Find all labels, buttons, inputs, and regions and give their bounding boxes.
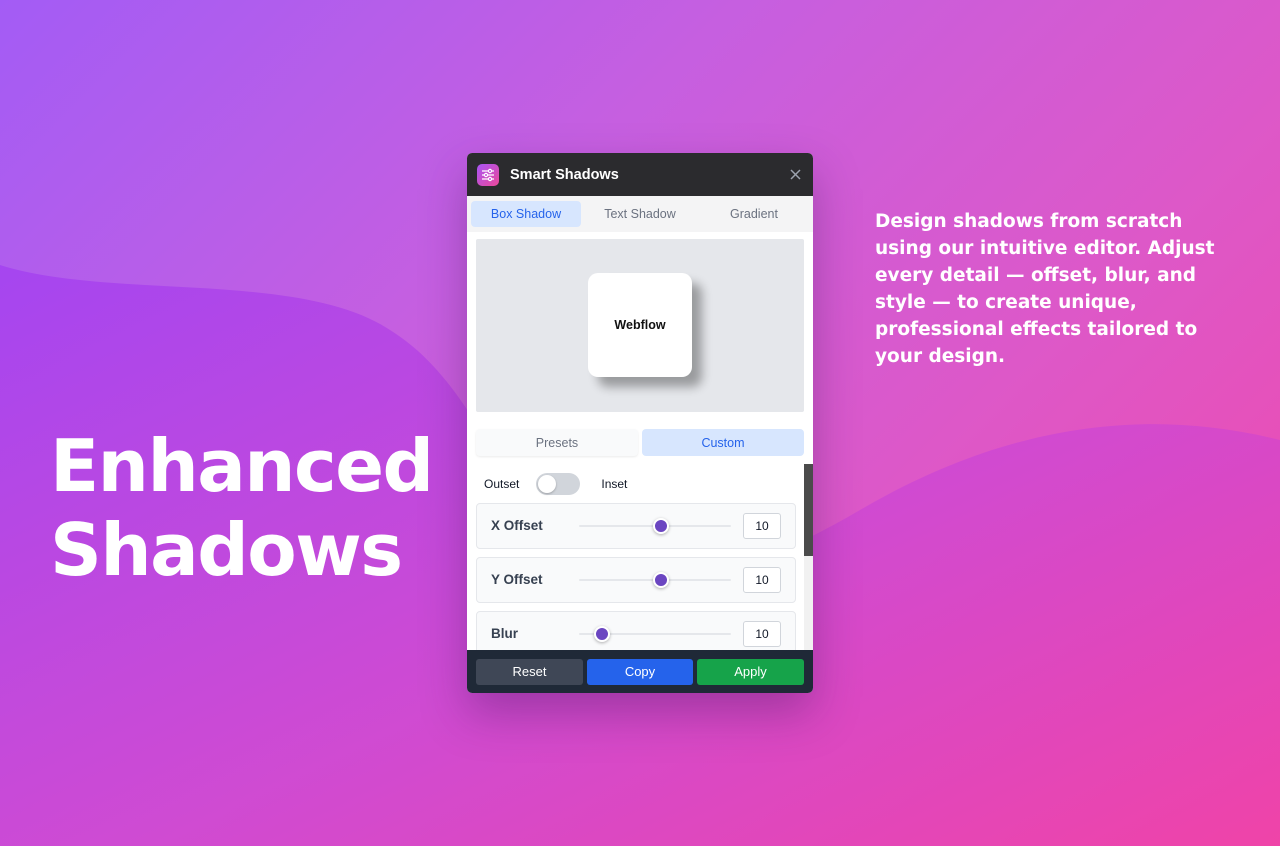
x-offset-control: X Offset bbox=[476, 503, 796, 549]
shadow-type-tabs: Box Shadow Text Shadow Gradient bbox=[467, 196, 813, 232]
window-titlebar: Smart Shadows bbox=[467, 153, 813, 196]
preview-card: Webflow bbox=[588, 273, 692, 377]
window-title: Smart Shadows bbox=[510, 166, 619, 183]
blur-label: Blur bbox=[491, 626, 518, 641]
outset-inset-toggle-row: Outset Inset bbox=[484, 473, 627, 495]
outset-label: Outset bbox=[484, 477, 520, 491]
headline-line-1: Enhanced bbox=[50, 424, 434, 508]
outset-inset-toggle[interactable] bbox=[536, 473, 581, 495]
toggle-knob bbox=[538, 475, 557, 493]
shadow-preview: Webflow bbox=[476, 239, 804, 412]
sliders-icon bbox=[477, 163, 499, 186]
tab-presets[interactable]: Presets bbox=[476, 429, 638, 456]
blur-input[interactable] bbox=[743, 621, 781, 647]
reset-button[interactable]: Reset bbox=[476, 658, 583, 685]
close-icon[interactable] bbox=[787, 166, 803, 182]
blur-slider[interactable] bbox=[579, 626, 731, 642]
headline-line-2: Shadows bbox=[50, 508, 403, 592]
blur-control: Blur bbox=[476, 611, 796, 650]
x-offset-slider-thumb[interactable] bbox=[653, 518, 670, 534]
blur-slider-thumb[interactable] bbox=[593, 626, 610, 642]
apply-button[interactable]: Apply bbox=[697, 658, 804, 685]
tab-text-shadow[interactable]: Text Shadow bbox=[585, 201, 695, 227]
x-offset-slider[interactable] bbox=[579, 518, 731, 534]
action-footer: Reset Copy Apply bbox=[467, 650, 813, 693]
tab-gradient[interactable]: Gradient bbox=[699, 201, 809, 227]
y-offset-slider-thumb[interactable] bbox=[653, 572, 670, 588]
y-offset-label: Y Offset bbox=[491, 572, 543, 587]
headline: Enhanced Shadows bbox=[50, 424, 434, 592]
tab-custom[interactable]: Custom bbox=[642, 429, 804, 456]
x-offset-label: X Offset bbox=[491, 518, 543, 533]
mode-tabs: Presets Custom bbox=[476, 429, 804, 456]
y-offset-slider[interactable] bbox=[579, 572, 731, 588]
feature-description: Design shadows from scratch using our in… bbox=[875, 211, 1215, 367]
smart-shadows-window: Smart Shadows Box Shadow Text Shadow Gra… bbox=[467, 153, 813, 693]
inset-label: Inset bbox=[601, 477, 628, 491]
x-offset-input[interactable] bbox=[743, 513, 781, 539]
controls-scroll-area: Outset Inset X Offset Y Offset Blur bbox=[467, 464, 813, 650]
copy-button[interactable]: Copy bbox=[587, 658, 693, 685]
y-offset-control: Y Offset bbox=[476, 557, 796, 603]
scrollbar-thumb[interactable] bbox=[804, 464, 813, 556]
y-offset-input[interactable] bbox=[743, 567, 781, 593]
tab-box-shadow[interactable]: Box Shadow bbox=[471, 201, 581, 227]
